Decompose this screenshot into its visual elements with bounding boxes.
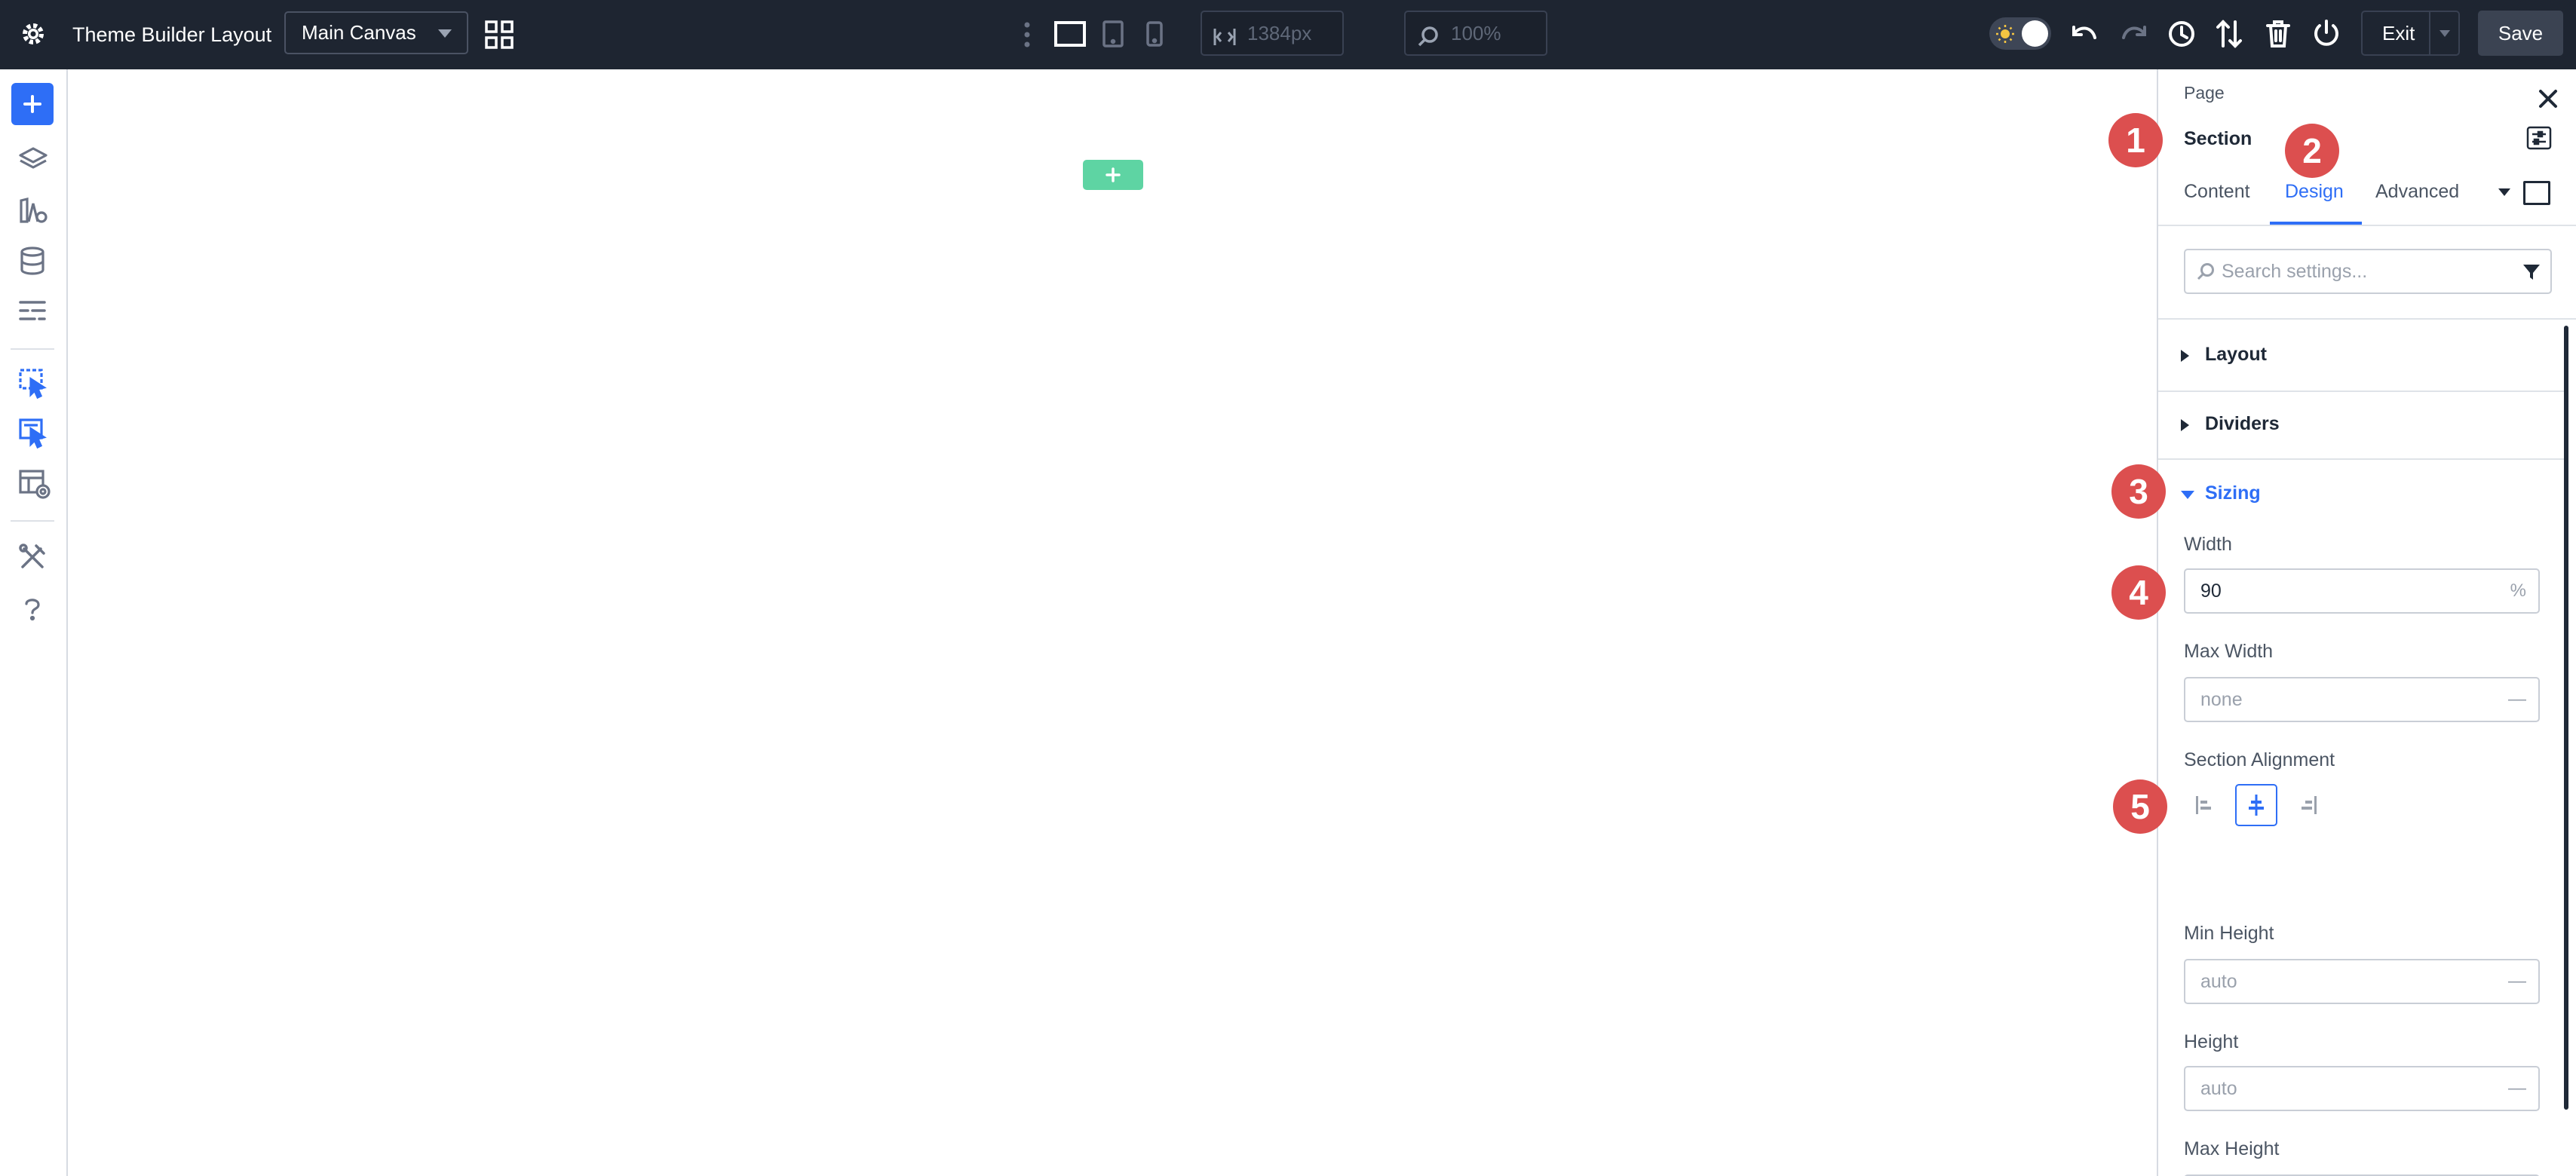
tab-content[interactable]: Content [2184, 181, 2250, 203]
exit-button-separator [2429, 12, 2430, 54]
tab-design[interactable]: Design [2285, 181, 2344, 203]
help-icon[interactable] [23, 597, 42, 625]
group-layout-label: Layout [2205, 344, 2267, 365]
phone-view-icon[interactable] [1146, 21, 1163, 47]
panel-scrollbar[interactable] [2564, 326, 2568, 1110]
tab-advanced[interactable]: Advanced [2375, 181, 2459, 203]
tablet-view-icon[interactable] [1102, 20, 1124, 47]
group-dividers-toggle[interactable]: Dividers [2181, 413, 2280, 435]
canvas-select[interactable]: Main Canvas [284, 11, 468, 54]
click-select-icon[interactable] [18, 368, 48, 403]
redo-icon[interactable] [2121, 21, 2148, 47]
power-icon[interactable] [2312, 19, 2341, 49]
caret-down-icon [438, 29, 452, 38]
tab-more-caret-icon[interactable] [2498, 188, 2510, 196]
breadcrumb-page[interactable]: Page [2184, 83, 2225, 103]
min-height-label: Min Height [2184, 923, 2274, 944]
toggle-knob [2022, 20, 2048, 47]
toolbar-divider [11, 348, 54, 350]
tabs-divider [2158, 225, 2576, 226]
height-field[interactable]: — [2184, 1066, 2540, 1111]
caret-right-icon [2181, 350, 2189, 362]
search-divider [2158, 318, 2576, 320]
step-marker: 5 [2113, 779, 2167, 834]
settings-gear-icon[interactable] [20, 20, 47, 47]
theme-toggle[interactable] [1989, 17, 2051, 50]
search-settings-input[interactable] [2222, 250, 2508, 292]
settings-panel: Page Section Content Design Advanced Lay… [2157, 69, 2576, 1176]
group-dividers-label: Dividers [2205, 413, 2280, 434]
max-width-unit[interactable]: — [2508, 678, 2526, 721]
group-divider [2158, 390, 2565, 392]
zoom-value: 100% [1451, 22, 1501, 44]
search-icon [2196, 262, 2216, 285]
max-width-field[interactable]: — [2184, 677, 2540, 722]
layers-icon[interactable] [18, 146, 48, 177]
trash-icon[interactable] [2265, 20, 2291, 48]
step-marker: 1 [2108, 113, 2163, 167]
max-width-input[interactable] [2200, 678, 2487, 721]
panel-title: Section [2184, 128, 2252, 149]
filter-icon[interactable] [2522, 262, 2541, 286]
page-settings-icon[interactable] [18, 299, 47, 326]
zoom-field[interactable]: 100% [1404, 11, 1547, 56]
height-input[interactable] [2200, 1067, 2487, 1110]
sun-icon [1995, 24, 2015, 47]
app-title: Theme Builder Layout [72, 23, 272, 46]
view-mode-icon[interactable] [2523, 181, 2550, 205]
group-divider [2158, 458, 2565, 460]
min-height-input[interactable] [2200, 960, 2487, 1003]
desktop-view-icon[interactable] [1054, 21, 1086, 47]
add-section-button[interactable] [1083, 160, 1143, 190]
align-left-button[interactable] [2184, 784, 2226, 826]
top-bar: Theme Builder Layout Main Canvas 1384px … [0, 0, 2576, 69]
database-icon[interactable] [18, 246, 47, 280]
toolbar-divider [11, 520, 54, 522]
height-unit[interactable]: — [2508, 1067, 2526, 1110]
height-label: Height [2184, 1031, 2239, 1052]
exit-button[interactable]: Exit [2361, 11, 2460, 56]
sort-arrows-icon[interactable] [2216, 19, 2243, 49]
close-icon[interactable] [2538, 88, 2559, 113]
step-marker: 4 [2111, 565, 2166, 620]
width-input[interactable] [2200, 570, 2487, 612]
preset-settings-icon[interactable] [2526, 126, 2552, 154]
align-right-button[interactable] [2286, 784, 2329, 826]
template-preview-icon[interactable] [18, 469, 51, 503]
group-layout-toggle[interactable]: Layout [2181, 344, 2267, 366]
width-unit[interactable]: % [2510, 570, 2526, 612]
save-button[interactable]: Save [2478, 11, 2563, 56]
undo-icon[interactable] [2071, 21, 2098, 47]
min-height-field[interactable]: — [2184, 959, 2540, 1004]
step-marker: 2 [2285, 124, 2339, 178]
zoom-search-icon [1416, 21, 1440, 63]
group-sizing-toggle[interactable]: Sizing [2181, 482, 2261, 504]
caret-down-icon [2181, 491, 2194, 499]
width-field[interactable]: % [2184, 568, 2540, 614]
canvas-select-value: Main Canvas [302, 21, 416, 44]
design-library-icon[interactable] [18, 196, 48, 228]
width-label: Width [2184, 534, 2232, 555]
grid-layout-icon[interactable] [484, 20, 514, 50]
align-center-button[interactable] [2235, 784, 2277, 826]
max-height-label: Max Height [2184, 1138, 2280, 1159]
max-width-label: Max Width [2184, 641, 2274, 662]
history-icon[interactable] [2167, 20, 2196, 48]
resize-width-icon [1213, 21, 1237, 63]
exit-dropdown-caret-icon[interactable] [2440, 30, 2450, 37]
exit-button-label: Exit [2382, 22, 2415, 44]
more-vertical-icon[interactable] [1023, 21, 1032, 48]
search-settings-field[interactable] [2184, 249, 2552, 294]
canvas-width-field[interactable]: 1384px [1201, 11, 1344, 56]
caret-right-icon [2181, 419, 2189, 431]
min-height-unit[interactable]: — [2508, 960, 2526, 1003]
step-marker: 3 [2111, 464, 2166, 519]
add-module-button[interactable] [11, 83, 54, 125]
group-sizing-label: Sizing [2205, 482, 2261, 504]
section-alignment-label: Section Alignment [2184, 749, 2335, 770]
canvas-width-value: 1384px [1247, 22, 1312, 44]
left-toolbar [0, 69, 68, 1176]
tools-icon[interactable] [18, 543, 47, 575]
multi-select-icon[interactable] [18, 418, 48, 453]
